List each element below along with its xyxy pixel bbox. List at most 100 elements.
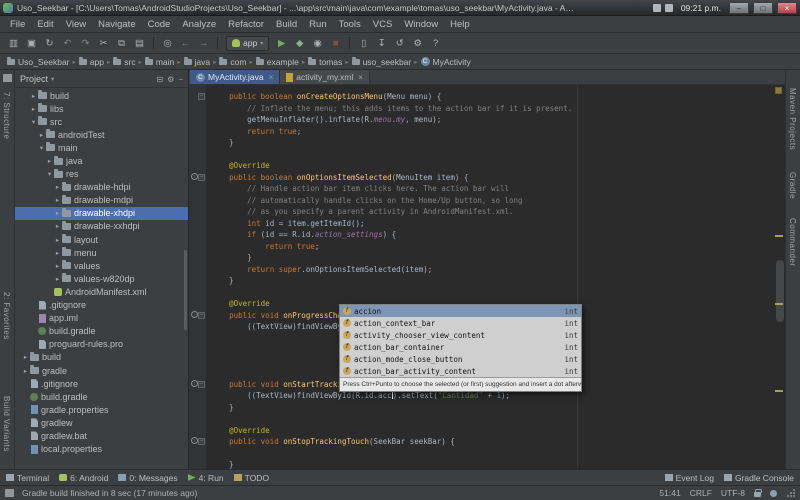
menu-file[interactable]: File: [4, 19, 31, 30]
sdk-manager-icon[interactable]: ↧: [373, 35, 390, 51]
run-icon[interactable]: ▶: [273, 35, 290, 51]
open-icon[interactable]: ▥: [5, 35, 22, 51]
code-line[interactable]: @Override: [211, 160, 785, 172]
tree-expand-icon[interactable]: ▸: [53, 183, 62, 191]
tree-item-values-w820dp[interactable]: ▸values-w820dp: [15, 272, 188, 285]
menu-navigate[interactable]: Navigate: [92, 19, 142, 30]
menu-code[interactable]: Code: [142, 19, 177, 30]
tree-item-gitignore[interactable]: .gitignore: [15, 377, 188, 390]
tool-tab-4-run[interactable]: 4: Run: [188, 473, 224, 483]
menu-view[interactable]: View: [60, 19, 92, 30]
tool-tab-commander[interactable]: Commander: [788, 218, 797, 267]
undo-icon[interactable]: ↶: [59, 35, 76, 51]
tree-item-values[interactable]: ▸values: [15, 259, 188, 272]
fold-minus-icon[interactable]: −: [198, 438, 205, 445]
debug-icon[interactable]: ◆: [291, 35, 308, 51]
tree-item-drawable-hdpi[interactable]: ▸drawable-hdpi: [15, 181, 188, 194]
code-line[interactable]: return true;: [211, 241, 785, 253]
editor-scrollbar[interactable]: [776, 260, 784, 322]
code-line[interactable]: }: [211, 252, 785, 264]
override-marker-icon[interactable]: ↑: [191, 311, 198, 318]
code-line[interactable]: return super.onOptionsItemSelected(item)…: [211, 264, 785, 276]
highlighting-level-icon[interactable]: [770, 490, 777, 497]
tree-expand-icon[interactable]: ▸: [53, 275, 62, 283]
settings-icon[interactable]: ⚙: [167, 75, 174, 84]
close-icon[interactable]: ×: [269, 73, 274, 82]
tree-item-main[interactable]: ▾main: [15, 141, 188, 154]
crumb-uso-seekbar[interactable]: uso_seekbar: [352, 57, 412, 67]
tree-item-layout[interactable]: ▸layout: [15, 233, 188, 246]
tree-expand-icon[interactable]: ▸: [21, 367, 30, 375]
tool-tab-gradle[interactable]: Gradle: [788, 172, 797, 199]
tool-tab-maven-projects[interactable]: Maven Projects: [788, 88, 797, 150]
run-config-combo[interactable]: app▾: [226, 36, 269, 51]
tree-item-androidmanifest-xml[interactable]: AndroidManifest.xml: [15, 285, 188, 298]
tree-expand-icon[interactable]: ▸: [21, 353, 30, 361]
tool-tab-build-variants[interactable]: Build Variants: [2, 396, 11, 452]
close-button[interactable]: ×: [777, 2, 797, 14]
tree-item-drawable-mdpi[interactable]: ▸drawable-mdpi: [15, 194, 188, 207]
tool-tab-event-log[interactable]: Event Log: [665, 473, 714, 483]
fold-minus-icon[interactable]: −: [198, 93, 205, 100]
tree-expand-icon[interactable]: ▸: [53, 262, 62, 270]
gradle-sync-icon[interactable]: ↺: [391, 35, 408, 51]
tree-expand-icon[interactable]: ▸: [53, 222, 62, 230]
code-line[interactable]: [211, 149, 785, 161]
maximize-button[interactable]: □: [753, 2, 773, 14]
tree-expand-icon[interactable]: ▸: [53, 196, 62, 204]
tool-tab-todo[interactable]: TODO: [234, 473, 269, 483]
code-line[interactable]: public boolean onCreateOptionsMenu(Menu …: [211, 91, 785, 103]
completion-item-action-bar-container[interactable]: faction_bar_containerint: [340, 341, 581, 353]
tree-item-gradlew-bat[interactable]: gradlew.bat: [15, 429, 188, 442]
menu-tools[interactable]: Tools: [333, 19, 367, 30]
inspections-indicator[interactable]: [775, 87, 782, 94]
copy-icon[interactable]: ⧉: [113, 35, 130, 51]
completion-item-action-mode-close-button[interactable]: faction_mode_close_buttonint: [340, 353, 581, 365]
tool-tab-2-favorites[interactable]: 2: Favorites: [2, 292, 11, 340]
code-line[interactable]: public boolean onOptionsItemSelected(Men…: [211, 172, 785, 184]
crumb-java[interactable]: java: [184, 57, 211, 67]
tree-expand-icon[interactable]: ▸: [37, 131, 46, 139]
sync-icon[interactable]: ↻: [41, 35, 58, 51]
override-marker-icon[interactable]: ↑: [191, 380, 198, 387]
redo-icon[interactable]: ↷: [77, 35, 94, 51]
menu-run[interactable]: Run: [303, 19, 332, 30]
tree-item-build[interactable]: ▸build: [15, 89, 188, 102]
crumb-main[interactable]: main: [145, 57, 174, 67]
code-line[interactable]: return true;: [211, 126, 785, 138]
readonly-lock-icon[interactable]: [754, 492, 761, 497]
code-line[interactable]: if (id == R.id.action_settings) {: [211, 229, 785, 241]
code-area[interactable]: public boolean onCreateOptionsMenu(Menu …: [207, 85, 785, 469]
tree-collapse-icon[interactable]: ▾: [29, 118, 38, 126]
code-line[interactable]: }: [211, 402, 785, 414]
code-line[interactable]: [211, 448, 785, 460]
tool-tab-0-messages[interactable]: 0: Messages: [118, 473, 177, 483]
tree-item-gradle-properties[interactable]: gradle.properties: [15, 403, 188, 416]
tool-window-switcher-icon[interactable]: [5, 489, 14, 497]
project-panel-title[interactable]: Project: [20, 74, 48, 84]
code-line[interactable]: // as you specify a parent activity in A…: [211, 206, 785, 218]
tree-collapse-icon[interactable]: ▾: [45, 170, 54, 178]
completion-item-accion[interactable]: faccionint: [340, 305, 581, 317]
crumb-example[interactable]: example: [256, 57, 299, 67]
crumb-src[interactable]: src: [113, 57, 135, 67]
close-icon[interactable]: ×: [358, 73, 363, 82]
code-line[interactable]: getMenuInflater().inflate(R.menu.my, men…: [211, 114, 785, 126]
tree-expand-icon[interactable]: ▸: [53, 236, 62, 244]
tree-item-local-properties[interactable]: local.properties: [15, 443, 188, 456]
tree-expand-icon[interactable]: ▸: [45, 157, 54, 165]
menu-help[interactable]: Help: [444, 19, 476, 30]
menu-edit[interactable]: Edit: [31, 19, 59, 30]
editor-tab-myactivity-java[interactable]: CMyActivity.java×: [190, 70, 280, 84]
collapse-all-icon[interactable]: ⊟: [156, 75, 163, 84]
tree-item-build-gradle[interactable]: build.gradle: [15, 325, 188, 338]
minimize-button[interactable]: –: [729, 2, 749, 14]
tree-item-drawable-xhdpi[interactable]: ▸drawable-xhdpi: [15, 207, 188, 220]
code-line[interactable]: // automatically handle clicks on the Ho…: [211, 195, 785, 207]
back-icon[interactable]: ←: [177, 35, 194, 51]
line-separator-indicator[interactable]: CRLF: [690, 488, 712, 498]
tree-item-gitignore[interactable]: .gitignore: [15, 299, 188, 312]
caret-position[interactable]: 51:41: [659, 488, 680, 498]
menu-vcs[interactable]: VCS: [367, 19, 399, 30]
error-stripe-mark[interactable]: [775, 235, 783, 237]
